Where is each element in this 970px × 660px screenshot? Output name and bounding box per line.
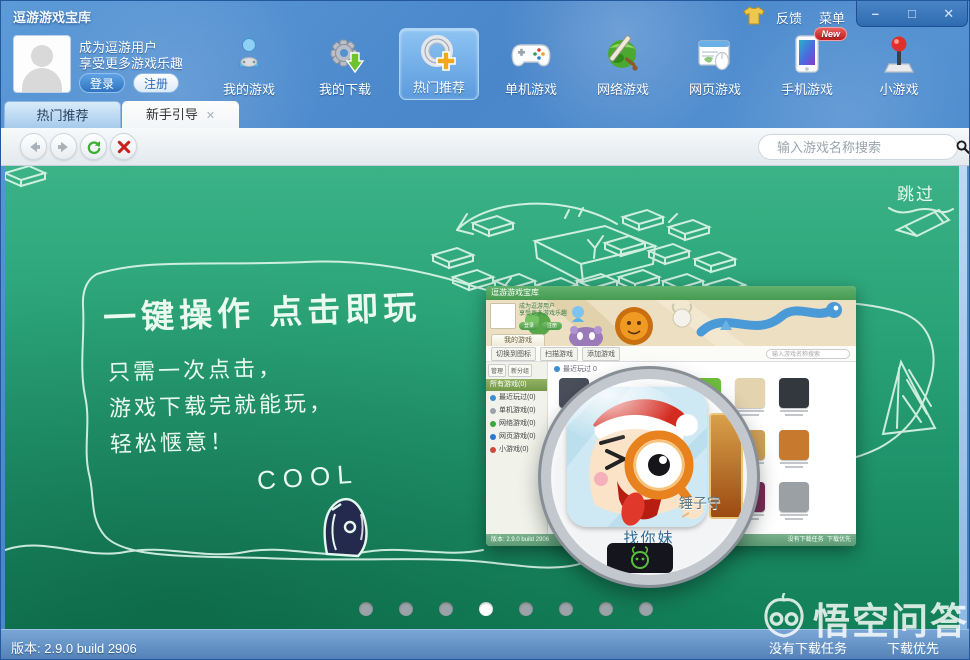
mini-game-icon[interactable] [728,376,772,416]
search-box [758,134,969,160]
clock-icon [490,394,496,401]
hot-recommend-icon [400,29,478,77]
nav-label: 热门推荐 [412,80,465,95]
user-promo-line2: 享受更多游戏乐趣 [79,56,184,71]
avatar[interactable] [13,35,71,93]
maximize-button[interactable]: □ [899,4,925,24]
mini-section-header: 最近玩过 0 [563,366,597,373]
mini-sidebar-item: 小游戏(0) [486,443,547,456]
mini-title: 逗游游戏宝库 [486,286,856,300]
nav-pc-games[interactable]: 单机游戏 [491,31,571,99]
tab-hot-recommend[interactable]: 热门推荐 [4,101,121,128]
dark-game-icon [607,543,673,573]
carousel-dot[interactable] [399,602,413,616]
search-input[interactable] [775,138,955,156]
nav-label: 网页游戏 [688,82,741,97]
skip-button[interactable]: 跳过 [897,180,935,205]
minimize-button[interactable]: – [862,4,888,24]
nav-hot-recommend[interactable]: 热门推荐 [399,28,479,100]
mini-manage-button: 管理 [488,364,507,377]
mini-game-icon[interactable] [772,480,816,520]
mini-toolbar-button: 扫描游戏 [540,346,578,361]
dress-icon[interactable] [743,6,765,30]
window-right-edge [959,166,967,629]
pagination-dots [359,602,653,616]
tab-newbie-guide[interactable]: 新手引导 ✕ [122,101,239,128]
mobile-games-icon: New [767,27,847,79]
carousel-dot[interactable] [639,602,653,616]
nav-label: 小游戏 [879,82,919,97]
window-title: 逗游游戏宝库 [13,10,92,25]
stop-button[interactable] [110,133,137,160]
download-priority-label[interactable]: 下载优先 [887,638,939,657]
net-icon [490,420,496,427]
nav-label: 我的游戏 [222,82,275,97]
nav-mobile-games[interactable]: New 手机游戏 [767,27,847,99]
mini-user-lines: 成为逗游用户 享受更多游戏乐趣 [519,304,568,317]
mini-avatar [490,303,516,329]
mini-sidebar-group: 所有游戏(0) [486,379,547,391]
feedback-button[interactable]: 反馈 [776,8,802,27]
mini-sidebar-item: 最近玩过(0) [486,391,547,404]
nav-mini-games[interactable]: 小游戏 [859,31,939,99]
online-games-icon [583,31,663,79]
mini-login-button: 登录 [519,322,539,330]
nav-my-downloads[interactable]: 我的下载 [305,31,385,99]
nav-my-games[interactable]: 我的游戏 [209,31,289,99]
nav-label: 我的下载 [318,82,371,97]
nav-web-games[interactable]: 网页游戏 [675,31,755,99]
guide-body: 只需一次点击， 游戏下载完就能玩， 轻松惬意！ [107,355,335,457]
tab-close-icon[interactable]: ✕ [206,110,215,122]
refresh-button[interactable] [80,133,107,160]
new-badge: New [814,27,847,41]
mini-newgroup-button: 新分组 [508,364,533,377]
statusbar: 版本: 2.9.0 build 2906 没有下载任务 下载优先 [1,629,969,659]
web-games-icon [675,31,755,79]
app-window: 逗游游戏宝库 反馈 菜单 – □ ✕ 成为逗游用户 享受更多游戏乐趣 登录 注册… [0,0,970,660]
back-button[interactable] [20,133,47,160]
gamepad-icon [491,31,571,79]
carousel-dot[interactable] [359,602,373,616]
nav-label: 手机游戏 [780,82,833,97]
nav-online-games[interactable]: 网络游戏 [583,31,663,99]
mini-sidebar-item: 单机游戏(0) [486,404,547,417]
mini-toolbar-button: 添加游戏 [582,346,620,361]
mini-game-icon[interactable] [772,376,816,416]
carousel-dot[interactable] [479,602,493,616]
mini-sidebar-item: 网页游戏(0) [486,430,547,443]
login-button[interactable]: 登录 [79,73,125,93]
guide-stage: 一键操作 点击即玩 只需一次点击， 游戏下载完就能玩， 轻松惬意！ COOL 跳… [5,166,959,629]
mini-sidebar-item: 网络游戏(0) [486,417,547,430]
register-button[interactable]: 注册 [133,73,179,93]
mini-toolbar-button: 切换到图标 [491,346,536,361]
my-games-icon [209,31,289,79]
carousel-dot[interactable] [599,602,613,616]
mini-register-button: 注册 [542,322,562,330]
nav-label: 网络游戏 [596,82,649,97]
version-label: 版本: 2.9.0 build 2906 [11,641,137,656]
download-tasks-label[interactable]: 没有下载任务 [769,638,847,657]
pc-icon [490,407,496,414]
web-icon [490,433,496,440]
close-button[interactable]: ✕ [936,4,962,24]
window-controls: – □ ✕ [856,1,968,27]
search-icon[interactable] [955,139,969,155]
partial-game-label: 锤子守 [679,495,721,511]
carousel-dot[interactable] [519,602,533,616]
nav-label: 单机游戏 [504,82,557,97]
carousel-dot[interactable] [559,602,573,616]
carousel-dot[interactable] [439,602,453,616]
forward-button[interactable] [50,133,77,160]
mini-search-box: 输入游戏名称搜索 [766,349,850,359]
mini-sidebar: 管理 新分组 所有游戏(0) 最近玩过(0) 单机游戏(0) 网络游戏(0) 网页… [486,362,548,534]
menu-button[interactable]: 菜单 [819,8,845,27]
joystick-icon [859,31,939,79]
my-downloads-icon [305,31,385,79]
joy-icon [490,446,496,453]
magnifier-glass: 锤子守 找你妹 [541,369,757,585]
mini-game-icon[interactable] [772,428,816,468]
